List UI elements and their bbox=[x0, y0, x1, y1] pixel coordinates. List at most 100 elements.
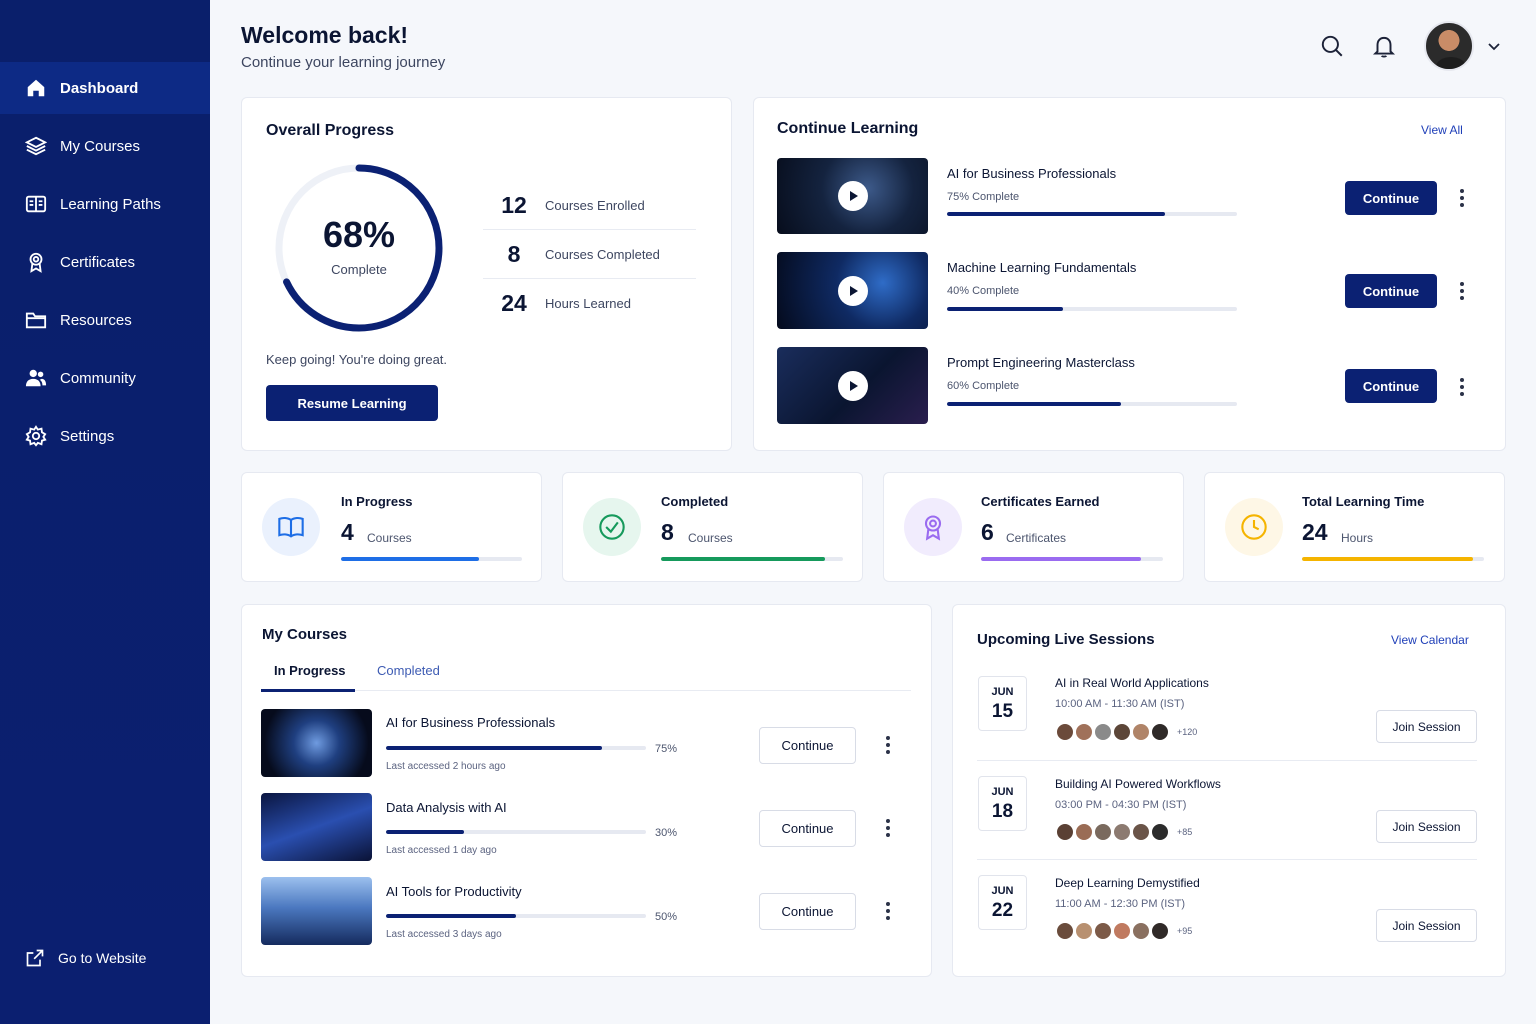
continue-button[interactable]: Continue bbox=[1345, 274, 1437, 308]
search-icon[interactable] bbox=[1319, 33, 1345, 59]
course-thumbnail[interactable] bbox=[261, 709, 372, 777]
course-thumbnail[interactable] bbox=[777, 158, 928, 234]
progress-fill bbox=[947, 307, 1063, 311]
sidebar-item-label: Dashboard bbox=[60, 79, 139, 97]
session-title[interactable]: AI in Real World Applications bbox=[1055, 676, 1209, 690]
gear-icon bbox=[25, 425, 47, 447]
continue-button[interactable]: Continue bbox=[759, 810, 856, 847]
continue-button[interactable]: Continue bbox=[1345, 181, 1437, 215]
stat-card-unit: Courses bbox=[688, 531, 733, 545]
stat-card-progress-bar bbox=[341, 557, 522, 561]
course-title[interactable]: AI Tools for Productivity bbox=[386, 884, 522, 899]
sidebar-item-label: My Courses bbox=[60, 137, 141, 155]
course-title[interactable]: AI for Business Professionals bbox=[947, 166, 1116, 181]
course-thumbnail[interactable] bbox=[777, 347, 928, 424]
avatar bbox=[1150, 722, 1170, 742]
more-options-icon[interactable] bbox=[882, 735, 894, 755]
folder-icon bbox=[25, 309, 47, 331]
stat-card-progress-bar bbox=[661, 557, 843, 561]
more-options-icon[interactable] bbox=[882, 818, 894, 838]
course-title[interactable]: Machine Learning Fundamentals bbox=[947, 260, 1136, 275]
more-options-icon[interactable] bbox=[882, 901, 894, 921]
attendee-count: +95 bbox=[1177, 926, 1193, 936]
session-day: 22 bbox=[991, 900, 1014, 921]
last-accessed: Last accessed 2 hours ago bbox=[386, 761, 506, 772]
session-date: JUN 18 bbox=[978, 776, 1027, 831]
sidebar-item-resources[interactable]: Resources bbox=[0, 294, 210, 346]
session-title[interactable]: Deep Learning Demystified bbox=[1055, 876, 1200, 890]
chevron-down-icon[interactable] bbox=[1486, 38, 1502, 54]
book-icon bbox=[262, 498, 320, 556]
more-options-icon[interactable] bbox=[1456, 377, 1468, 397]
stat-label: Hours Learned bbox=[545, 296, 631, 311]
avatar[interactable] bbox=[1424, 21, 1474, 71]
continue-button[interactable]: Continue bbox=[759, 893, 856, 930]
go-to-website-label: Go to Website bbox=[58, 950, 147, 966]
view-all-link[interactable]: View All bbox=[1421, 123, 1463, 137]
tab-completed[interactable]: Completed bbox=[377, 663, 440, 678]
bell-icon[interactable] bbox=[1371, 33, 1397, 59]
avatar bbox=[1131, 921, 1151, 941]
stat-hours-learned: 24 Hours Learned bbox=[483, 279, 696, 328]
play-icon[interactable] bbox=[837, 275, 868, 306]
join-session-button[interactable]: Join Session bbox=[1376, 810, 1477, 843]
my-courses-title: My Courses bbox=[262, 626, 348, 643]
course-thumbnail[interactable] bbox=[777, 252, 928, 329]
progress-percent: 68% bbox=[322, 214, 396, 255]
stat-card-label: In Progress bbox=[341, 494, 413, 509]
sidebar-item-learning-paths[interactable]: Learning Paths bbox=[0, 178, 210, 230]
sidebar-item-settings[interactable]: Settings bbox=[0, 410, 210, 462]
progress-fill bbox=[386, 914, 516, 918]
stat-value: 24 bbox=[501, 290, 527, 316]
play-icon[interactable] bbox=[837, 370, 868, 401]
session-month: JUN bbox=[991, 885, 1014, 897]
course-title[interactable]: Prompt Engineering Masterclass bbox=[947, 355, 1135, 370]
course-progress-bar bbox=[947, 307, 1237, 311]
stat-card-label: Certificates Earned bbox=[981, 494, 1100, 509]
sidebar-item-certificates[interactable]: Certificates bbox=[0, 236, 210, 288]
session-title[interactable]: Building AI Powered Workflows bbox=[1055, 777, 1221, 791]
course-title[interactable]: Data Analysis with AI bbox=[386, 800, 507, 815]
stat-courses-completed: 8 Courses Completed bbox=[483, 230, 696, 279]
join-session-button[interactable]: Join Session bbox=[1376, 909, 1477, 942]
play-icon[interactable] bbox=[837, 181, 868, 211]
course-title[interactable]: AI for Business Professionals bbox=[386, 715, 555, 730]
course-progress-percent: 75% bbox=[655, 743, 678, 755]
session-date: JUN 22 bbox=[978, 875, 1027, 930]
page-subtitle: Continue your learning journey bbox=[241, 54, 446, 71]
award-icon bbox=[904, 498, 962, 556]
live-sessions-title: Upcoming Live Sessions bbox=[977, 631, 1155, 648]
course-thumbnail[interactable] bbox=[261, 877, 372, 945]
more-options-icon[interactable] bbox=[1456, 281, 1468, 301]
avatar bbox=[1055, 822, 1075, 842]
sidebar-item-dashboard[interactable]: Dashboard bbox=[0, 62, 210, 114]
session-month: JUN bbox=[991, 786, 1014, 798]
avatar bbox=[1093, 822, 1113, 842]
view-calendar-link[interactable]: View Calendar bbox=[1391, 633, 1469, 647]
course-progress-label: 75% Complete bbox=[947, 191, 1020, 203]
sidebar-item-label: Community bbox=[60, 369, 136, 387]
go-to-website-link[interactable]: Go to Website bbox=[25, 948, 146, 968]
encouragement-text: Keep going! You're doing great. bbox=[266, 352, 448, 367]
continue-button[interactable]: Continue bbox=[759, 727, 856, 764]
continue-button[interactable]: Continue bbox=[1345, 369, 1437, 403]
sidebar-item-my-courses[interactable]: My Courses bbox=[0, 120, 210, 172]
course-progress-bar bbox=[947, 212, 1237, 216]
active-tab-indicator bbox=[261, 689, 355, 692]
course-progress-percent: 50% bbox=[655, 911, 678, 923]
divider bbox=[977, 760, 1477, 761]
layers-icon bbox=[25, 135, 47, 157]
stat-value: 8 bbox=[507, 240, 521, 267]
progress-complete-label: Complete bbox=[331, 262, 387, 277]
tab-in-progress[interactable]: In Progress bbox=[274, 663, 346, 678]
avatar bbox=[1112, 822, 1132, 842]
session-month: JUN bbox=[991, 686, 1014, 698]
sidebar-item-community[interactable]: Community bbox=[0, 352, 210, 404]
last-accessed: Last accessed 3 days ago bbox=[386, 929, 502, 940]
more-options-icon[interactable] bbox=[1456, 188, 1468, 208]
course-thumbnail[interactable] bbox=[261, 793, 372, 861]
join-session-button[interactable]: Join Session bbox=[1376, 710, 1477, 743]
stat-courses-enrolled: 12 Courses Enrolled bbox=[483, 181, 696, 230]
sidebar-item-label: Settings bbox=[60, 427, 115, 445]
resume-learning-button[interactable]: Resume Learning bbox=[266, 385, 438, 421]
